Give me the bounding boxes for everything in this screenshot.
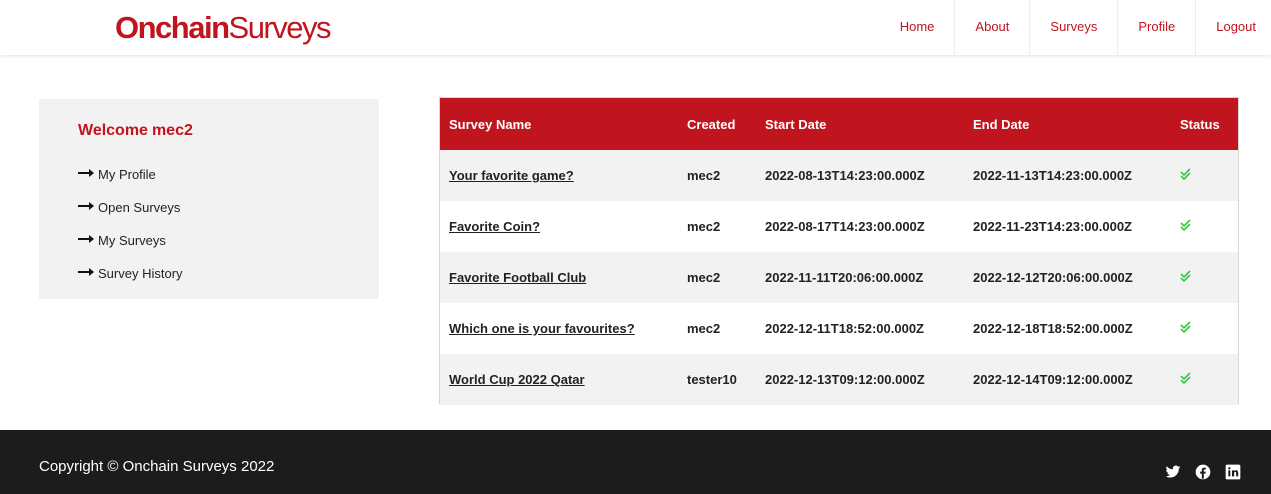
cell-end-date: 2022-11-13T14:23:00.000Z [973,168,1133,183]
sidebar-item-my-surveys[interactable]: My Surveys [78,233,183,266]
column-header-survey-name: Survey Name [449,116,532,132]
cell-start-date: 2022-12-13T09:12:00.000Z [765,372,925,387]
cell-created: mec2 [687,270,721,285]
cell-survey-name: Your favorite game? [440,150,678,201]
cell-start-date: 2022-12-11T18:52:00.000Z [765,321,925,336]
arrow-right-icon [78,268,94,276]
cell-survey-name: Which one is your favourites? [440,303,678,354]
column-header-end-date: End Date [973,116,1030,132]
sidebar-panel: Welcome mec2 My Profile Open Surveys My S… [39,99,379,299]
sidebar-item-label: Open Surveys [98,200,181,215]
survey-link[interactable]: Which one is your favourites? [449,321,635,336]
cell-survey-name: Favorite Coin? [440,201,678,252]
cell-survey-name: World Cup 2022 Qatar [440,354,678,405]
double-check-icon [1180,270,1191,282]
welcome-prefix: Welcome [78,122,148,139]
survey-link[interactable]: World Cup 2022 Qatar [449,372,585,387]
nav-home[interactable]: Home [880,0,955,55]
brand-light: Surveys [228,10,332,45]
cell-end-date: 2022-12-18T18:52:00.000Z [973,321,1133,336]
sidebar-item-label: Survey History [98,266,183,281]
sidebar-item-open-surveys[interactable]: Open Surveys [78,200,183,233]
surveys-table-container: Survey Name Created Start Date End Date … [439,97,1239,405]
arrow-right-icon [78,202,94,210]
facebook-icon[interactable] [1195,464,1211,480]
table-header-row: Survey Name Created Start Date End Date … [440,98,1238,150]
copyright-text: Copyright © Onchain Surveys 2022 [39,458,275,475]
main-nav: Home About Surveys Profile Logout [880,0,1271,55]
welcome-username: mec2 [151,122,193,139]
sidebar-item-survey-history[interactable]: Survey History [78,266,183,299]
brand-logo[interactable]: OnchainSurveys [115,10,332,46]
cell-status [1171,303,1238,354]
cell-created: tester10 [687,372,737,387]
sidebar-menu: My Profile Open Surveys My Surveys Surve… [78,167,183,299]
cell-created: mec2 [687,219,721,234]
survey-link[interactable]: Favorite Football Club [449,270,586,285]
social-links [1151,464,1241,480]
cell-end-date: 2022-12-14T09:12:00.000Z [973,372,1133,387]
nav-about[interactable]: About [954,0,1029,55]
sidebar-item-label: My Surveys [98,233,166,248]
survey-link[interactable]: Favorite Coin? [449,219,540,234]
arrow-right-icon [78,169,94,177]
nav-logout[interactable]: Logout [1195,0,1271,55]
table-row: World Cup 2022 Qatar tester10 2022-12-13… [440,354,1238,405]
nav-profile[interactable]: Profile [1117,0,1195,55]
top-navbar: OnchainSurveys Home About Surveys Profil… [0,0,1271,55]
sidebar-item-label: My Profile [98,167,156,182]
footer: Copyright © Onchain Surveys 2022 [0,430,1271,494]
double-check-icon [1180,168,1191,180]
column-header-start-date: Start Date [765,116,827,132]
linkedin-icon[interactable] [1225,464,1241,480]
cell-status [1171,252,1238,303]
survey-link[interactable]: Your favorite game? [449,168,574,183]
double-check-icon [1180,321,1191,333]
double-check-icon [1180,219,1191,231]
brand-bold: Onchain [115,10,230,45]
cell-end-date: 2022-11-23T14:23:00.000Z [973,219,1133,234]
cell-status [1171,354,1238,405]
surveys-table: Survey Name Created Start Date End Date … [440,98,1238,405]
cell-start-date: 2022-08-17T14:23:00.000Z [765,219,925,234]
cell-end-date: 2022-12-12T20:06:00.000Z [973,270,1133,285]
cell-start-date: 2022-08-13T14:23:00.000Z [765,168,925,183]
sidebar-item-my-profile[interactable]: My Profile [78,167,183,200]
cell-created: mec2 [687,321,721,336]
cell-created: mec2 [687,168,721,183]
table-row: Favorite Football Club mec2 2022-11-11T2… [440,252,1238,303]
column-header-status: Status [1180,116,1220,132]
twitter-icon[interactable] [1165,464,1181,480]
table-row: Your favorite game? mec2 2022-08-13T14:2… [440,150,1238,201]
welcome-heading: Welcome mec2 [78,122,193,140]
arrow-right-icon [78,235,94,243]
cell-status [1171,201,1238,252]
cell-survey-name: Favorite Football Club [440,252,678,303]
cell-status [1171,150,1238,201]
table-row: Favorite Coin? mec2 2022-08-17T14:23:00.… [440,201,1238,252]
table-row: Which one is your favourites? mec2 2022-… [440,303,1238,354]
column-header-created: Created [687,116,736,132]
nav-surveys[interactable]: Surveys [1029,0,1117,55]
cell-start-date: 2022-11-11T20:06:00.000Z [765,270,924,285]
double-check-icon [1180,372,1191,384]
